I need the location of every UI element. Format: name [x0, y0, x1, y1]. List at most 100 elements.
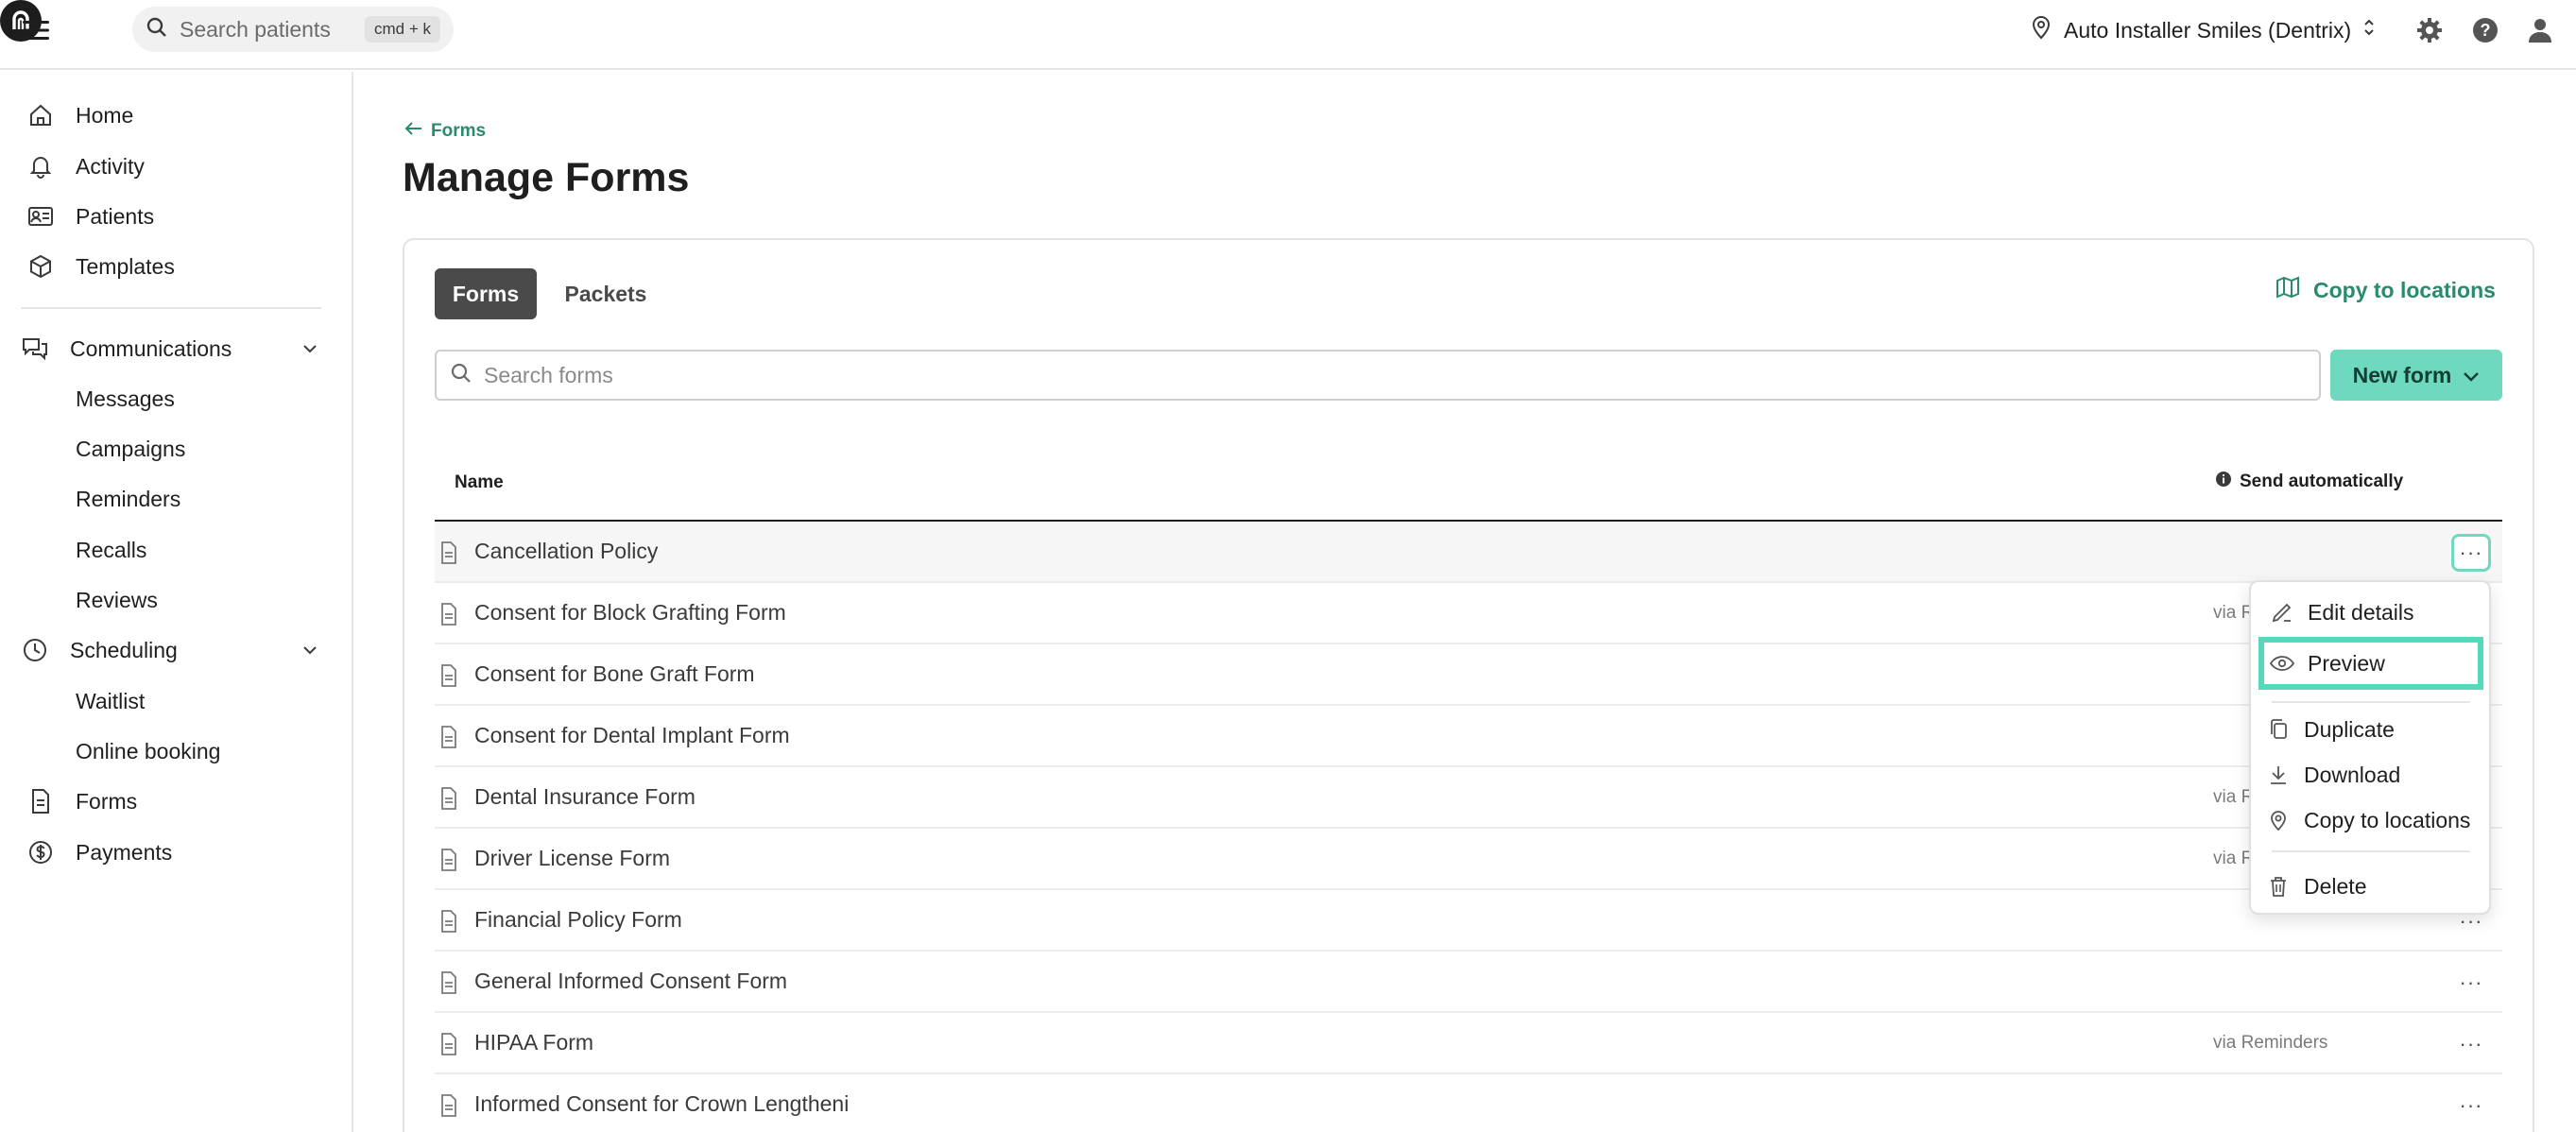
- sidebar-item-reminders[interactable]: Reminders: [76, 479, 180, 519]
- sidebar-item-payments[interactable]: Payments: [26, 832, 172, 872]
- document-icon: [435, 1032, 463, 1056]
- menu-item-copy-to-locations[interactable]: Copy to locations: [2266, 801, 2470, 839]
- row-actions-menu: Edit details Preview Duplicate Download …: [2249, 580, 2491, 915]
- gear-icon[interactable]: [2413, 13, 2447, 47]
- eye-icon: [2270, 651, 2294, 676]
- sidebar-item-communications[interactable]: Communications: [21, 329, 232, 369]
- svg-text:?: ?: [2481, 21, 2491, 40]
- chat-icon: [21, 334, 49, 363]
- sidebar-item-scheduling[interactable]: Scheduling: [21, 630, 178, 670]
- table-row[interactable]: Consent for Block Grafting Form via R: [435, 583, 2502, 644]
- new-form-button[interactable]: New form: [2330, 350, 2502, 401]
- top-bar: Search patients cmd + k Auto Installer S…: [0, 0, 2576, 70]
- sidebar-item-patients[interactable]: Patients: [26, 197, 154, 236]
- form-name[interactable]: Consent for Bone Graft Form: [474, 661, 755, 687]
- send-via: via Reminders: [2213, 1033, 2328, 1053]
- copy-to-locations-button[interactable]: Copy to locations: [2275, 276, 2496, 304]
- back-link-label: Forms: [431, 121, 487, 141]
- form-name[interactable]: HIPAA Form: [474, 1030, 593, 1055]
- form-name[interactable]: Cancellation Policy: [474, 539, 658, 564]
- sidebar-item-recalls[interactable]: Recalls: [76, 530, 146, 570]
- search-icon: [450, 362, 472, 389]
- forms-search-placeholder: Search forms: [484, 362, 613, 387]
- more-options-button[interactable]: ···: [2451, 964, 2491, 1002]
- form-name[interactable]: Driver License Form: [474, 846, 670, 871]
- table-row[interactable]: Consent for Bone Graft Form: [435, 644, 2502, 706]
- menu-item-label: Download: [2304, 762, 2401, 787]
- form-name[interactable]: Consent for Block Grafting Form: [474, 600, 786, 626]
- user-avatar-icon[interactable]: [2523, 13, 2557, 47]
- arrow-left-icon: [404, 121, 423, 142]
- more-options-button[interactable]: ···: [2451, 1087, 2491, 1124]
- chevron-down-icon[interactable]: [299, 639, 321, 661]
- form-name[interactable]: Informed Consent for Crown Lengtheni: [474, 1091, 849, 1117]
- sidebar-item-label: Communications: [70, 335, 232, 361]
- sidebar-item-home[interactable]: Home: [26, 95, 133, 135]
- back-link[interactable]: Forms: [404, 121, 486, 142]
- column-header-send-automatically: Send automatically: [2215, 471, 2403, 493]
- table-row[interactable]: HIPAA Form via Reminders ···: [435, 1013, 2502, 1074]
- info-icon[interactable]: [2215, 471, 2232, 493]
- document-icon: [435, 786, 463, 811]
- table-row[interactable]: Consent for Dental Implant Form: [435, 706, 2502, 767]
- location-name: Auto Installer Smiles (Dentrix): [2064, 17, 2352, 43]
- help-icon[interactable]: ?: [2468, 13, 2502, 47]
- table-row[interactable]: Cancellation Policy ···: [435, 522, 2502, 583]
- menu-item-edit-details[interactable]: Edit details: [2270, 593, 2414, 631]
- menu-icon[interactable]: [19, 13, 53, 47]
- clock-icon: [21, 636, 49, 664]
- form-name[interactable]: Consent for Dental Implant Form: [474, 723, 790, 748]
- location-pin-icon: [2030, 15, 2052, 45]
- sidebar-item-forms[interactable]: Forms: [26, 781, 137, 821]
- sidebar-item-label: Patients: [76, 203, 155, 229]
- sidebar-item-label: Home: [76, 102, 134, 128]
- forms-search-input[interactable]: Search forms: [435, 350, 2321, 401]
- sidebar-item-label: Payments: [76, 839, 173, 865]
- bell-icon: [26, 152, 55, 180]
- document-icon: [435, 725, 463, 749]
- table-row[interactable]: General Informed Consent Form ···: [435, 952, 2502, 1013]
- dollar-icon: [26, 838, 55, 866]
- form-name[interactable]: General Informed Consent Form: [474, 969, 787, 994]
- sidebar-item-templates[interactable]: Templates: [26, 247, 175, 286]
- menu-item-duplicate[interactable]: Duplicate: [2266, 711, 2395, 748]
- sidebar-item-reviews[interactable]: Reviews: [76, 580, 158, 620]
- location-selector[interactable]: Auto Installer Smiles (Dentrix): [2030, 9, 2376, 51]
- menu-item-label: Duplicate: [2304, 716, 2395, 742]
- sidebar-item-activity[interactable]: Activity: [26, 146, 145, 186]
- document-icon: [26, 787, 55, 815]
- more-options-button[interactable]: ···: [2451, 534, 2491, 572]
- sidebar-item-messages[interactable]: Messages: [76, 379, 175, 419]
- chevron-down-icon: [2463, 363, 2480, 388]
- tab-forms[interactable]: Forms: [435, 268, 537, 319]
- sidebar-item-waitlist[interactable]: Waitlist: [76, 681, 145, 721]
- sidebar-item-campaigns[interactable]: Campaigns: [76, 429, 185, 469]
- document-icon: [435, 848, 463, 872]
- table-row[interactable]: Financial Policy Form ···: [435, 890, 2502, 952]
- menu-item-label: Preview: [2308, 650, 2385, 676]
- menu-item-preview[interactable]: Preview: [2270, 644, 2385, 682]
- patient-search[interactable]: Search patients cmd + k: [132, 7, 454, 52]
- send-via: via R: [2213, 787, 2255, 807]
- location-pin-icon: [2266, 808, 2291, 832]
- page-title: Manage Forms: [403, 155, 690, 200]
- document-icon: [435, 540, 463, 565]
- table-row[interactable]: Driver License Form via R: [435, 829, 2502, 890]
- sidebar-item-label: Activity: [76, 153, 145, 179]
- form-name[interactable]: Dental Insurance Form: [474, 784, 696, 810]
- document-icon: [435, 909, 463, 934]
- document-icon: [435, 602, 463, 626]
- map-icon: [2275, 276, 2300, 304]
- form-name[interactable]: Financial Policy Form: [474, 907, 682, 933]
- menu-item-label: Copy to locations: [2304, 807, 2471, 832]
- more-options-button[interactable]: ···: [2451, 1025, 2491, 1063]
- table-row[interactable]: Dental Insurance Form via R: [435, 767, 2502, 829]
- menu-item-delete[interactable]: Delete: [2266, 867, 2366, 905]
- tab-packets[interactable]: Packets: [548, 268, 663, 319]
- table-row[interactable]: Informed Consent for Crown Lengtheni ···: [435, 1074, 2502, 1132]
- menu-item-download[interactable]: Download: [2266, 756, 2400, 794]
- column-header-name[interactable]: Name: [455, 472, 504, 493]
- sidebar-item-online-booking[interactable]: Online booking: [76, 731, 220, 771]
- copy-icon: [2266, 717, 2291, 742]
- chevron-down-icon[interactable]: [299, 337, 321, 360]
